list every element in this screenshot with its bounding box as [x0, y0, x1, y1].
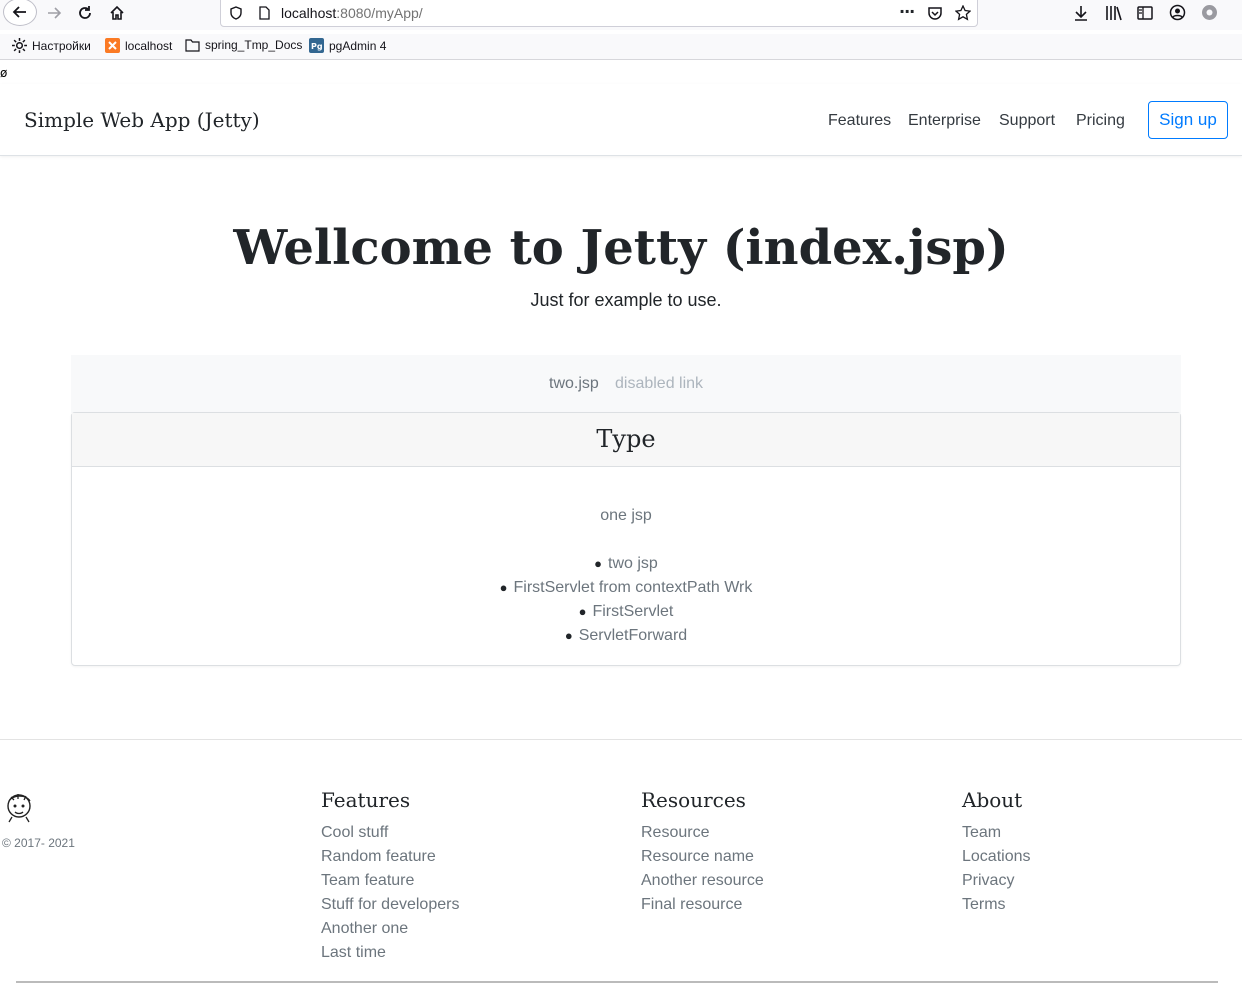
url-path: :8080/myApp/ [336, 5, 423, 21]
footer-link[interactable]: Team feature [321, 869, 459, 893]
footer-column-resources: Resources Resource Resource name Another… [641, 788, 764, 917]
bullet-icon: ● [499, 580, 508, 595]
footer-column-features: Features Cool stuff Random feature Team … [321, 788, 459, 965]
footer-link[interactable]: Team [962, 821, 1031, 845]
library-icon[interactable] [1105, 5, 1123, 21]
logo-icon [7, 794, 31, 823]
list-item[interactable]: ● FirstServlet [72, 603, 1180, 621]
bullet-icon: ● [594, 556, 603, 571]
forward-arrow-icon [48, 7, 62, 19]
footer-heading: Resources [641, 788, 746, 812]
copyright: © 2017- 2021 [2, 836, 75, 850]
home-icon [110, 5, 124, 20]
stray-character: ø [0, 66, 8, 80]
bookmark-label: localhost [125, 38, 173, 53]
back-arrow-icon [12, 6, 26, 18]
footer-link[interactable]: Resource name [641, 845, 764, 869]
extension-icon[interactable] [1201, 4, 1218, 21]
footer-link[interactable]: Another one [321, 917, 459, 941]
footer-link[interactable]: Another resource [641, 869, 764, 893]
url-text[interactable]: localhost:8080/myApp/ [281, 5, 423, 21]
card-header: Type [72, 413, 1180, 467]
bookmark-star-icon[interactable] [955, 5, 971, 21]
forward-button[interactable] [40, 0, 68, 26]
bullet-icon: ● [578, 604, 587, 619]
list-item-label: FirstServlet [592, 603, 674, 620]
bookmark-localhost[interactable]: localhost [105, 38, 172, 53]
footer-link[interactable]: Stuff for developers [321, 893, 459, 917]
list-item-label: two jsp [608, 555, 658, 572]
gear-icon [12, 38, 27, 53]
nav-link-support[interactable]: Support [999, 112, 1055, 130]
footer-link[interactable]: Resource [641, 821, 764, 845]
page-title: Wellcome to Jetty (index.jsp) [233, 220, 1009, 276]
footer-link[interactable]: Final resource [641, 893, 764, 917]
footer-link[interactable]: Locations [962, 845, 1031, 869]
footer-link[interactable]: Cool stuff [321, 821, 459, 845]
browser-toolbar: localhost:8080/myApp/ ··· [0, 0, 1242, 30]
footer-link[interactable]: Terms [962, 893, 1031, 917]
account-icon[interactable] [1169, 4, 1186, 21]
folder-icon [185, 39, 200, 52]
home-button[interactable] [103, 0, 131, 26]
shield-icon [230, 6, 242, 20]
site-brand: Simple Web App (Jetty) [24, 108, 260, 132]
footer-heading: About [962, 788, 1023, 812]
nav-link-features[interactable]: Features [828, 112, 891, 130]
url-bar[interactable]: localhost:8080/myApp/ ··· [220, 0, 978, 27]
list-item[interactable]: ● ServletForward [72, 627, 1180, 645]
footer-column-about: About Team Locations Privacy Terms [962, 788, 1031, 917]
reload-button[interactable] [71, 0, 99, 26]
pocket-icon[interactable] [927, 5, 943, 21]
reload-icon [79, 6, 91, 19]
page-actions-icon[interactable]: ··· [899, 2, 915, 21]
bullet-icon: ● [564, 628, 573, 643]
sidebar-icon[interactable] [1137, 5, 1153, 21]
list-item[interactable]: ● two jsp [72, 555, 1180, 573]
bookmark-spring-docs[interactable]: spring_Tmp_Docs [185, 38, 302, 52]
one-jsp-link[interactable]: one jsp [72, 507, 1180, 525]
bookmark-settings[interactable]: Настройки [12, 38, 91, 53]
footer-divider [0, 739, 1242, 740]
xampp-icon [105, 38, 120, 53]
bookmark-label: spring_Tmp_Docs [205, 38, 303, 52]
back-button[interactable] [3, 0, 37, 26]
two-jsp-link[interactable]: two.jsp [549, 375, 599, 393]
page-subtitle: Just for example to use. [530, 290, 722, 310]
url-host: localhost [281, 5, 337, 21]
sign-up-button[interactable]: Sign up [1148, 101, 1228, 139]
bookmark-label: Настройки [32, 38, 91, 53]
footer-link[interactable]: Last time [321, 941, 459, 965]
footer-heading: Features [321, 788, 411, 812]
bottom-scrollbar[interactable] [16, 981, 1218, 983]
nav-link-pricing[interactable]: Pricing [1076, 112, 1125, 130]
page-nav-strip: two.jsp disabled link [71, 355, 1181, 413]
disabled-link: disabled link [615, 375, 704, 392]
list-item[interactable]: ● FirstServlet from contextPath Wrk [72, 579, 1180, 597]
pgadmin-icon: Pg [309, 38, 324, 53]
type-card: Type one jsp ● two jsp ● FirstServlet from… [71, 412, 1181, 666]
bookmark-label: pgAdmin 4 [329, 38, 387, 53]
site-header: Simple Web App (Jetty) Features Enterpri… [0, 84, 1242, 156]
bookmark-pgadmin[interactable]: Pg pgAdmin 4 [309, 38, 386, 53]
svg-text:Pg: Pg [311, 42, 323, 51]
page-icon [259, 6, 270, 20]
list-item-label: FirstServlet from contextPath Wrk [513, 579, 753, 596]
bookmarks-bar: Настройки localhost spring_Tmp_Docs Pg p… [0, 34, 1242, 60]
footer-link[interactable]: Privacy [962, 869, 1031, 893]
list-item-label: ServletForward [578, 627, 688, 644]
downloads-icon[interactable] [1073, 5, 1089, 21]
footer-link[interactable]: Random feature [321, 845, 459, 869]
card-title: Type [596, 425, 656, 453]
nav-link-enterprise[interactable]: Enterprise [908, 112, 981, 130]
